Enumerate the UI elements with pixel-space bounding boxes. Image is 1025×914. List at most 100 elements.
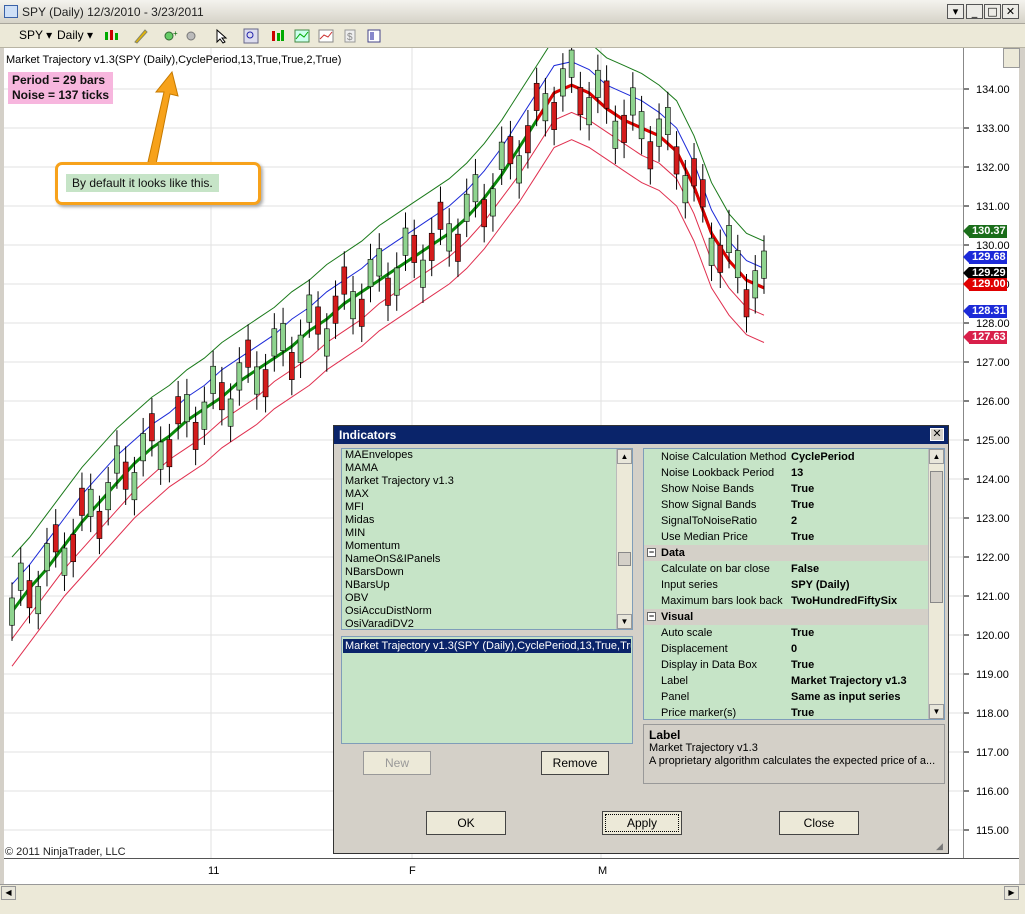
indicator-list-item[interactable]: NBarsDown [342, 566, 632, 579]
scroll-down-icon[interactable]: ▼ [617, 614, 632, 629]
minimize-button[interactable]: _ [966, 4, 983, 19]
y-tick-label: 127.00 [976, 357, 1010, 369]
collapse-icon[interactable]: − [647, 548, 656, 557]
property-value[interactable]: TwoHundredFiftySix [791, 593, 897, 609]
property-row[interactable]: Noise Calculation Method CyclePeriod [644, 449, 930, 465]
property-value[interactable]: True [791, 481, 814, 497]
indicator-list-item[interactable]: NBarsUp [342, 579, 632, 592]
property-category[interactable]: − Data [644, 545, 930, 561]
candle-body [472, 174, 479, 203]
horizontal-scrollbar[interactable]: ◀ ▶ [0, 884, 1025, 901]
property-row[interactable]: Use Median Price True [644, 529, 930, 545]
dialog-close-icon[interactable]: ✕ [930, 428, 944, 441]
status-bar [0, 901, 1025, 914]
property-value[interactable]: True [791, 705, 814, 719]
candle-body [560, 68, 566, 97]
close-dialog-button[interactable]: Close [779, 811, 859, 835]
property-value[interactable]: 13 [791, 465, 803, 481]
indicator-list-item[interactable]: MAX [342, 488, 632, 501]
property-value[interactable]: False [791, 561, 819, 577]
property-row[interactable]: Label Market Trajectory v1.3 [644, 673, 930, 689]
property-value[interactable]: CyclePeriod [791, 449, 855, 465]
property-row[interactable]: Display in Data Box True [644, 657, 930, 673]
strategies-icon[interactable] [318, 28, 334, 44]
maximize-button[interactable]: □ [984, 4, 1001, 19]
new-button[interactable]: New [363, 751, 431, 775]
zoom-out-icon[interactable] [185, 28, 201, 44]
property-row[interactable]: Show Noise Bands True [644, 481, 930, 497]
applied-indicators-list[interactable]: Market Trajectory v1.3(SPY (Daily),Cycle… [341, 636, 633, 744]
properties-icon[interactable] [366, 28, 382, 44]
property-value[interactable]: True [791, 497, 814, 513]
drawing-tool-icon[interactable] [133, 28, 149, 44]
apply-button[interactable]: Apply [602, 811, 682, 835]
indicator-list-item[interactable]: Midas [342, 514, 632, 527]
scroll-up-icon[interactable]: ▲ [617, 449, 632, 464]
property-value[interactable]: SPY (Daily) [791, 577, 850, 593]
dollar-icon[interactable]: $ [342, 28, 358, 44]
indicator-list-item[interactable]: OBV [342, 592, 632, 605]
dropdown-arrow-icon[interactable]: ▾ [947, 4, 964, 19]
properties-grid[interactable]: Noise Calculation Method CyclePeriod Noise… [643, 448, 945, 720]
indicator-list-item[interactable]: MAEnvelopes [342, 449, 632, 462]
magnifier-icon[interactable] [243, 28, 259, 44]
props-scroll-thumb[interactable] [930, 471, 943, 603]
scroll-thumb[interactable] [618, 552, 631, 566]
candle-body [533, 82, 540, 111]
remove-button[interactable]: Remove [541, 751, 609, 775]
indicators-icon[interactable] [294, 28, 310, 44]
indicator-list-item[interactable]: OsiAccuDistNorm [342, 605, 632, 618]
applied-indicator-item[interactable]: Market Trajectory v1.3(SPY (Daily),Cycle… [343, 639, 631, 653]
pointer-icon[interactable] [214, 28, 230, 44]
indicator-list-item[interactable]: MAMA [342, 462, 632, 475]
property-row[interactable]: Price marker(s) True [644, 705, 930, 719]
property-row[interactable]: Panel Same as input series [644, 689, 930, 705]
interval-selector[interactable]: Daily ▾ [57, 28, 93, 45]
indicator-list-item[interactable]: Momentum [342, 540, 632, 553]
properties-scrollbar[interactable]: ▲ ▼ [928, 449, 944, 719]
bar-type-icon[interactable] [103, 28, 119, 44]
property-key: Label [661, 675, 688, 687]
indicator-list-item[interactable]: NameOnS&IPanels [342, 553, 632, 566]
props-scroll-down-icon[interactable]: ▼ [929, 704, 944, 719]
property-row[interactable]: Displacement 0 [644, 641, 930, 657]
ok-button[interactable]: OK [426, 811, 506, 835]
scroll-left-icon[interactable]: ◀ [1, 886, 16, 900]
property-value[interactable]: Same as input series [791, 689, 900, 705]
zoom-in-icon[interactable]: + [163, 28, 179, 44]
candle-body [341, 266, 348, 295]
data-box-icon[interactable] [270, 28, 286, 44]
property-value[interactable]: True [791, 625, 814, 641]
resize-grip-icon[interactable]: ◢ [936, 841, 946, 851]
candle-body [105, 482, 111, 511]
candle-body [734, 250, 741, 279]
chart-vertical-scroll[interactable] [1003, 48, 1020, 68]
available-indicators-list[interactable]: MAEnvelopes MAMA Market Trajectory v1.3 MAX… [341, 448, 633, 630]
property-row[interactable]: Auto scale True [644, 625, 930, 641]
property-row[interactable]: Maximum bars look back TwoHundredFiftySix [644, 593, 930, 609]
description-title: Label [649, 728, 681, 742]
property-value[interactable]: True [791, 529, 814, 545]
indicator-list-item[interactable]: Market Trajectory v1.3 [342, 475, 632, 488]
property-row[interactable]: SignalToNoiseRatio 2 [644, 513, 930, 529]
candle-body [201, 401, 208, 430]
property-row[interactable]: Calculate on bar close False [644, 561, 930, 577]
scroll-right-icon[interactable]: ▶ [1004, 886, 1019, 900]
candle-body [490, 188, 496, 217]
property-row[interactable]: Show Signal Bands True [644, 497, 930, 513]
list-scrollbar[interactable]: ▲ ▼ [616, 449, 632, 629]
indicator-list-item[interactable]: MFI [342, 501, 632, 514]
property-category[interactable]: − Visual [644, 609, 930, 625]
property-row[interactable]: Noise Lookback Period 13 [644, 465, 930, 481]
props-scroll-up-icon[interactable]: ▲ [929, 449, 944, 464]
indicator-list-item[interactable]: OsiVaradiDV2 [342, 618, 632, 629]
property-row[interactable]: Input series SPY (Daily) [644, 577, 930, 593]
property-value[interactable]: Market Trajectory v1.3 [791, 673, 907, 689]
symbol-selector[interactable]: SPY ▾ [19, 28, 52, 45]
indicator-list-item[interactable]: MIN [342, 527, 632, 540]
property-value[interactable]: True [791, 657, 814, 673]
close-button[interactable]: ✕ [1002, 4, 1019, 19]
collapse-icon[interactable]: − [647, 612, 656, 621]
property-value[interactable]: 0 [791, 641, 797, 657]
property-value[interactable]: 2 [791, 513, 797, 529]
